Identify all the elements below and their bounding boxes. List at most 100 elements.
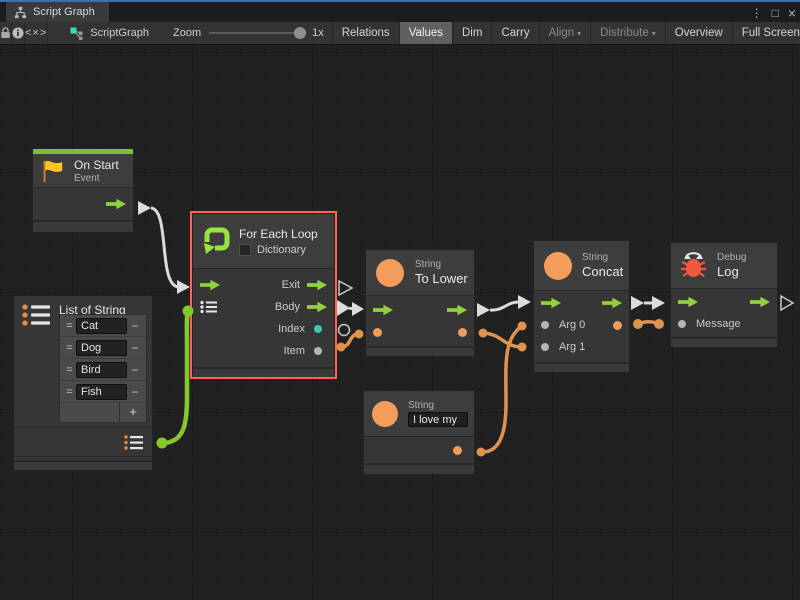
node-concat[interactable]: String Concat Arg 0 Arg 1 [533,240,630,372]
overview-button[interactable]: Overview [665,22,732,44]
add-item-button[interactable]: + [119,403,146,422]
distribute-button[interactable]: Distribute▾ [590,22,665,44]
list-item-field[interactable] [76,340,127,356]
flow-input-port[interactable] [678,296,698,308]
flow-output-port[interactable] [750,296,770,308]
window-close-icon[interactable]: × [788,5,796,21]
string-type-icon [544,252,572,280]
flow-input-port[interactable] [200,279,220,291]
result-output-port[interactable] [613,321,622,330]
relations-button[interactable]: Relations [332,22,399,44]
index-output-port[interactable] [314,325,322,333]
node-footer [14,460,152,470]
node-footer [33,220,133,230]
port-row-message: Message [671,313,777,335]
node-list-of-string[interactable]: List of String = − = − = − = − [13,295,153,471]
list-output-row [14,427,152,457]
info-icon [12,27,24,39]
tab-script-graph[interactable]: Script Graph [6,2,109,22]
carry-button[interactable]: Carry [491,22,538,44]
exit-output-port[interactable] [307,279,327,291]
collection-input-port-icon[interactable] [200,300,218,314]
window-tab-bar: Script Graph ⋮ □ × [0,0,800,22]
node-to-lower[interactable]: String To Lower [365,249,475,357]
zoom-slider[interactable] [209,32,304,34]
string-output-port[interactable] [453,446,462,455]
graph-breadcrumb[interactable]: ScriptGraph [60,22,159,44]
drag-handle-icon[interactable]: = [63,386,76,398]
chevron-down-icon: ▾ [652,29,656,38]
window-menu-icon[interactable]: ⋮ [751,5,763,21]
port-row-arg0: Arg 0 [534,314,629,336]
list-item-field[interactable] [76,318,127,334]
list-inline-editor: = − = − = − = − + [59,314,147,423]
node-footer [364,463,474,473]
body-output-port[interactable] [307,301,327,313]
chevron-down-icon: ▾ [577,29,581,38]
flow-row [534,292,629,314]
list-output-port-icon[interactable] [124,434,144,451]
dictionary-checkbox[interactable] [239,244,251,256]
bug-icon [680,252,707,279]
zoom-slider-handle[interactable] [294,27,306,39]
node-category: String [415,259,468,270]
preview-code-button[interactable]: <×> [25,22,48,44]
lock-button[interactable] [0,22,12,44]
lock-icon [0,27,11,39]
dim-button[interactable]: Dim [452,22,491,44]
remove-item-button[interactable]: − [127,363,143,377]
flow-output-port[interactable] [602,297,622,309]
node-category: String [582,252,623,263]
list-item-row: = − [60,359,146,381]
window-maximize-icon[interactable]: □ [772,5,779,21]
unity-visual-scripting-window: Script Graph ⋮ □ × <×> [0,0,800,600]
breadcrumb-graph-name: ScriptGraph [90,27,149,39]
remove-item-button[interactable]: − [127,385,143,399]
node-title: To Lower [415,271,468,286]
list-item-row: = − [60,381,146,403]
string-output-port[interactable] [458,328,467,337]
item-output-port[interactable] [314,347,322,355]
port-row-item: Item [193,340,334,362]
node-title: On Start [74,158,119,172]
values-button[interactable]: Values [399,22,452,44]
node-debug-log[interactable]: Debug Log Message [670,242,778,347]
drag-handle-icon[interactable]: = [63,320,76,332]
remove-item-button[interactable]: − [127,319,143,333]
align-button[interactable]: Align▾ [539,22,591,44]
script-graph-tab-icon [14,6,27,19]
node-title: Log [717,264,746,279]
flow-row [671,291,777,313]
flow-row [366,299,474,321]
zoom-control: Zoom 1x [173,22,324,44]
graph-icon [70,27,84,40]
drag-handle-icon[interactable]: = [63,342,76,354]
string-value-field[interactable] [408,412,468,427]
node-footer [671,337,777,347]
remove-item-button[interactable]: − [127,341,143,355]
string-input-port[interactable] [373,328,382,337]
graph-toolbar: <×> ScriptGraph Zoom 1x Relations Values… [0,22,800,45]
port-row-body: Body [193,296,334,318]
flow-output-port[interactable] [106,198,126,210]
node-subtitle: Event [74,173,119,184]
flag-icon [39,158,65,184]
code-icon: <×> [25,27,47,39]
flow-output-port[interactable] [447,304,467,316]
flow-input-port[interactable] [373,304,393,316]
string-type-icon [376,259,404,287]
message-input-port[interactable] [678,320,686,328]
arg0-input-port[interactable] [541,321,549,329]
node-string-literal[interactable]: String [363,390,475,475]
arg1-input-port[interactable] [541,343,549,351]
list-item-field[interactable] [76,384,127,400]
drag-handle-icon[interactable]: = [63,364,76,376]
node-title: For Each Loop [239,227,318,241]
node-for-each-loop[interactable]: For Each Loop Dictionary Exit [192,213,335,377]
flow-input-port[interactable] [541,297,561,309]
info-button[interactable] [12,22,25,44]
node-on-start[interactable]: On Start Event [32,148,134,233]
list-item-field[interactable] [76,362,127,378]
data-row [364,437,474,463]
fullscreen-button[interactable]: Full Screen [732,22,800,44]
